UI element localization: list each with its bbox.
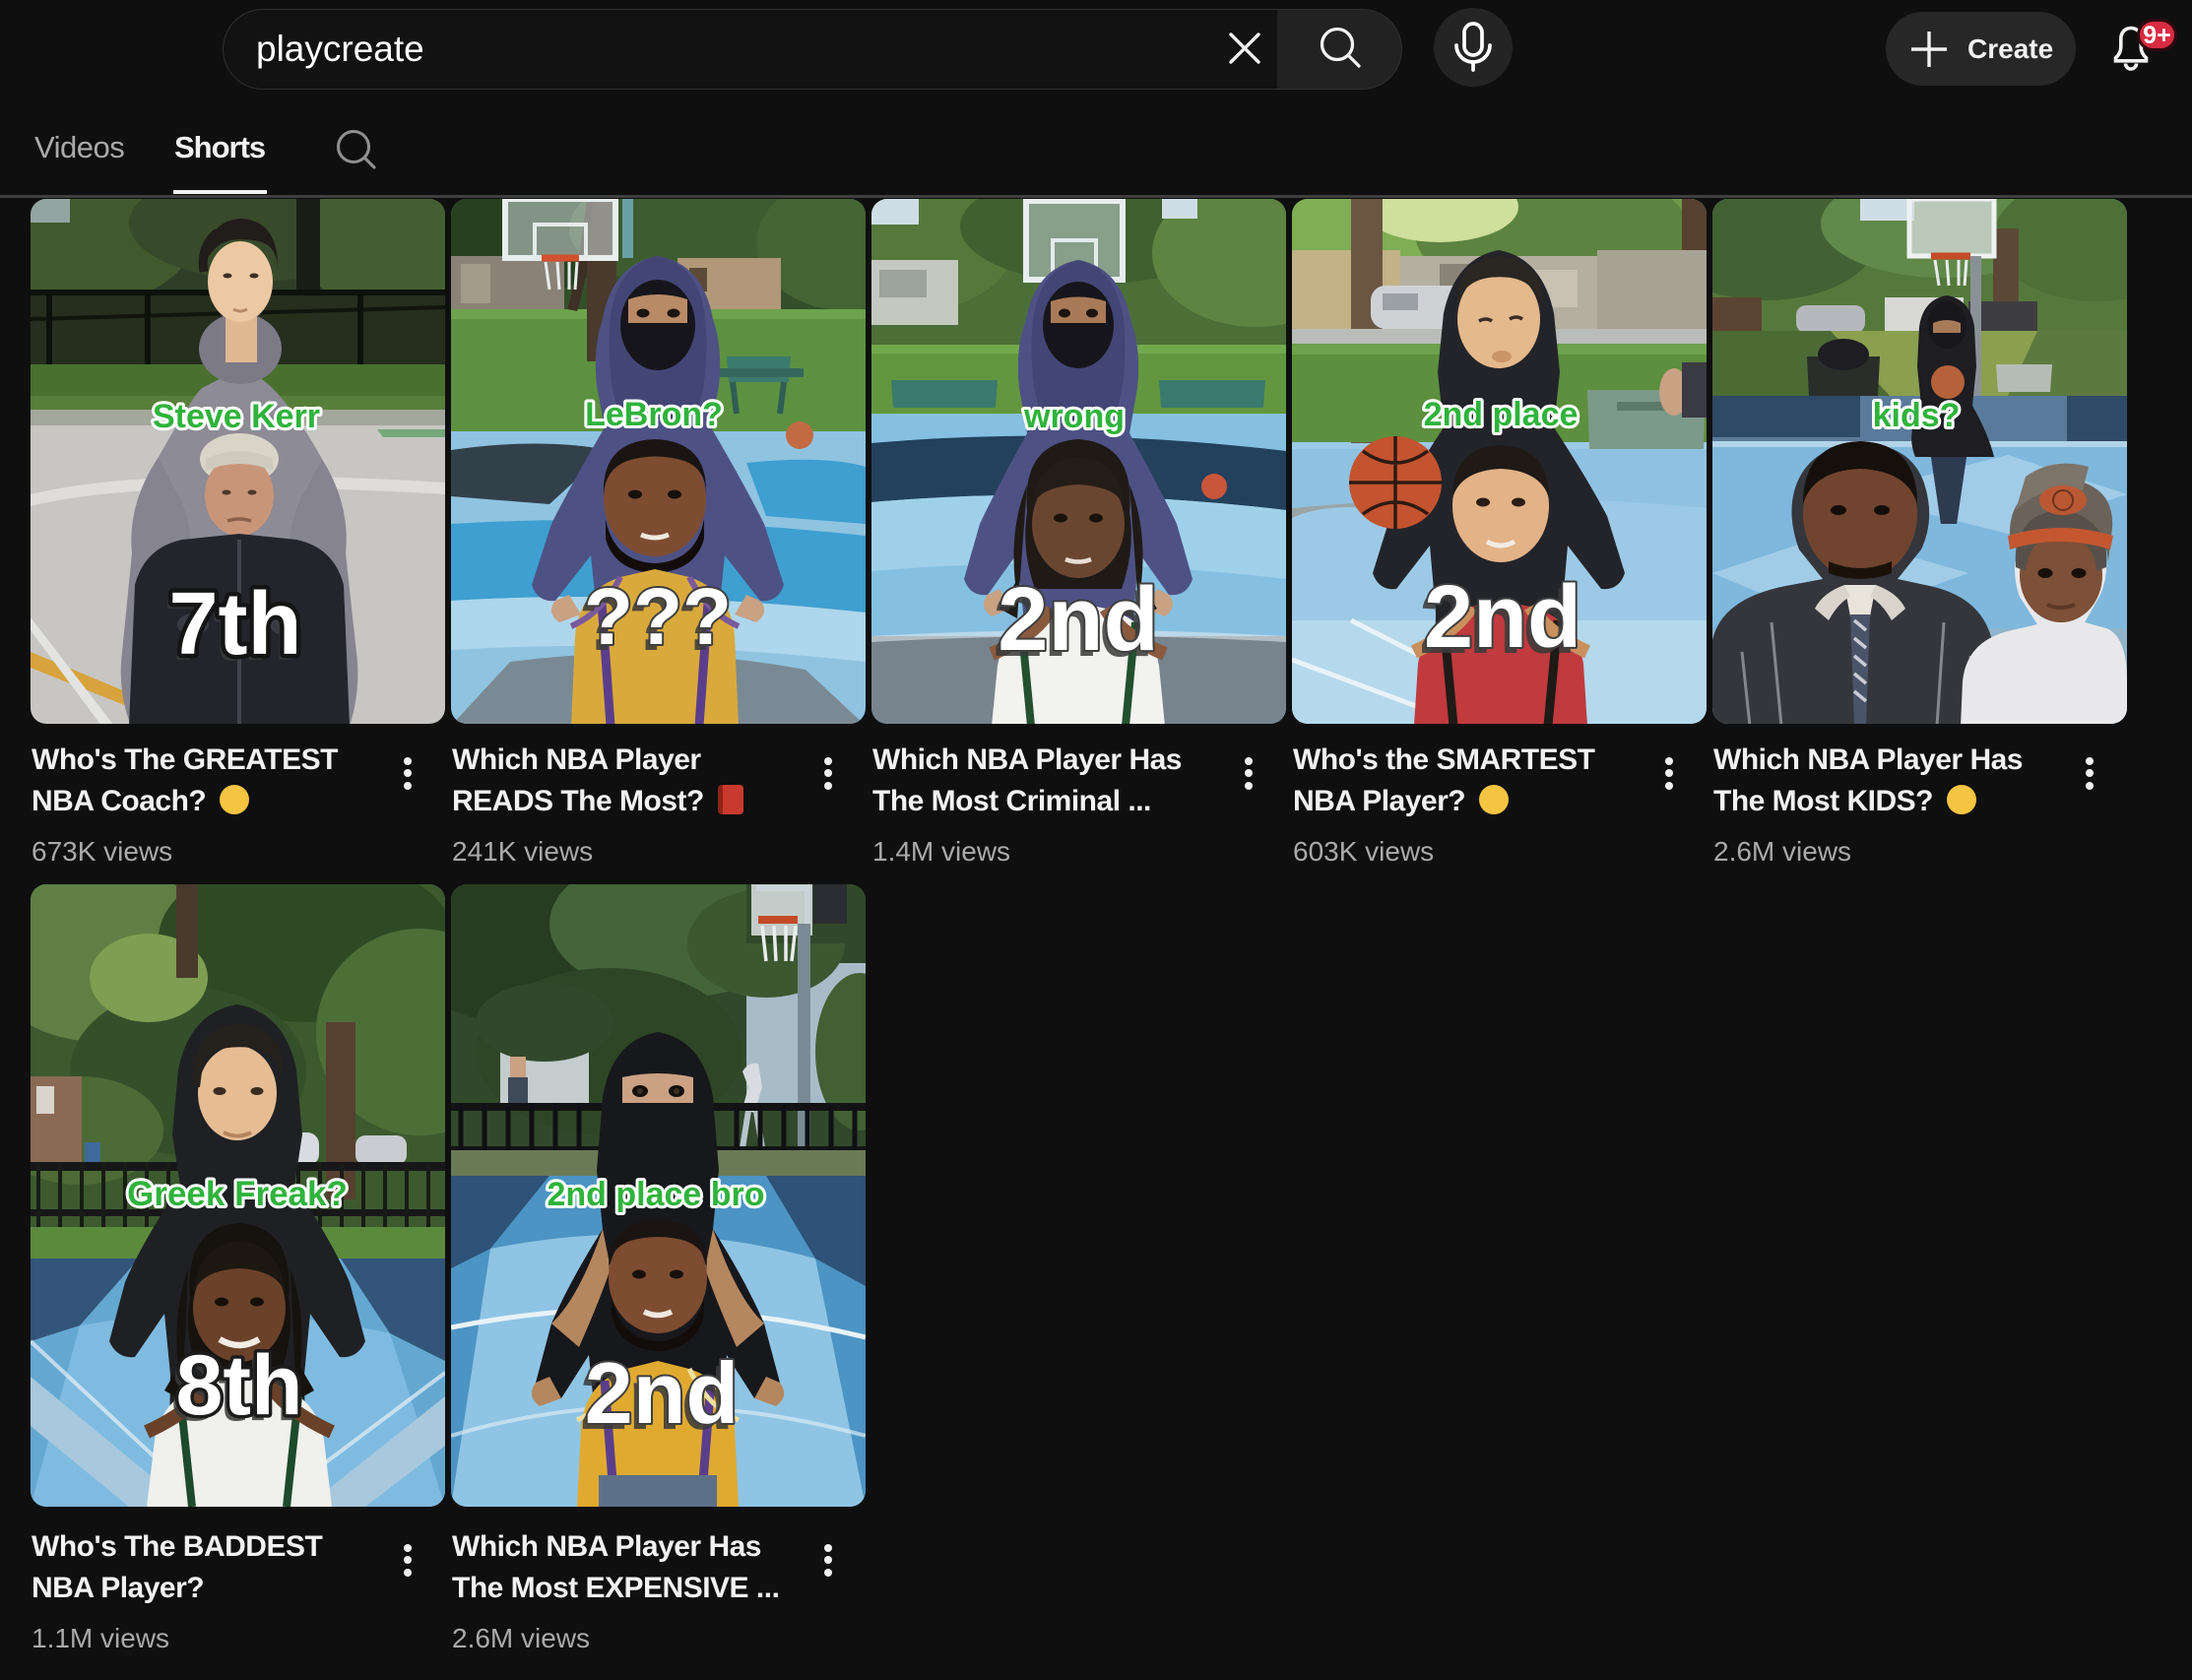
svg-text:2nd: 2nd [1424, 568, 1581, 667]
svg-text:2nd: 2nd [998, 569, 1159, 670]
svg-text:2nd place: 2nd place [1424, 396, 1579, 433]
svg-text:kids?: kids? [1873, 397, 1961, 434]
svg-text:2nd place bro: 2nd place bro [547, 1176, 764, 1213]
svg-text:wrong: wrong [1023, 398, 1125, 435]
svg-text:Greek Freak?: Greek Freak? [127, 1175, 348, 1213]
svg-text:8th: 8th [176, 1338, 303, 1433]
svg-text:???: ??? [584, 572, 732, 662]
svg-text:LeBron?: LeBron? [585, 396, 723, 433]
svg-text:2nd: 2nd [585, 1344, 739, 1442]
svg-text:7th: 7th [169, 575, 302, 674]
svg-text:Steve Kerr: Steve Kerr [153, 398, 320, 435]
